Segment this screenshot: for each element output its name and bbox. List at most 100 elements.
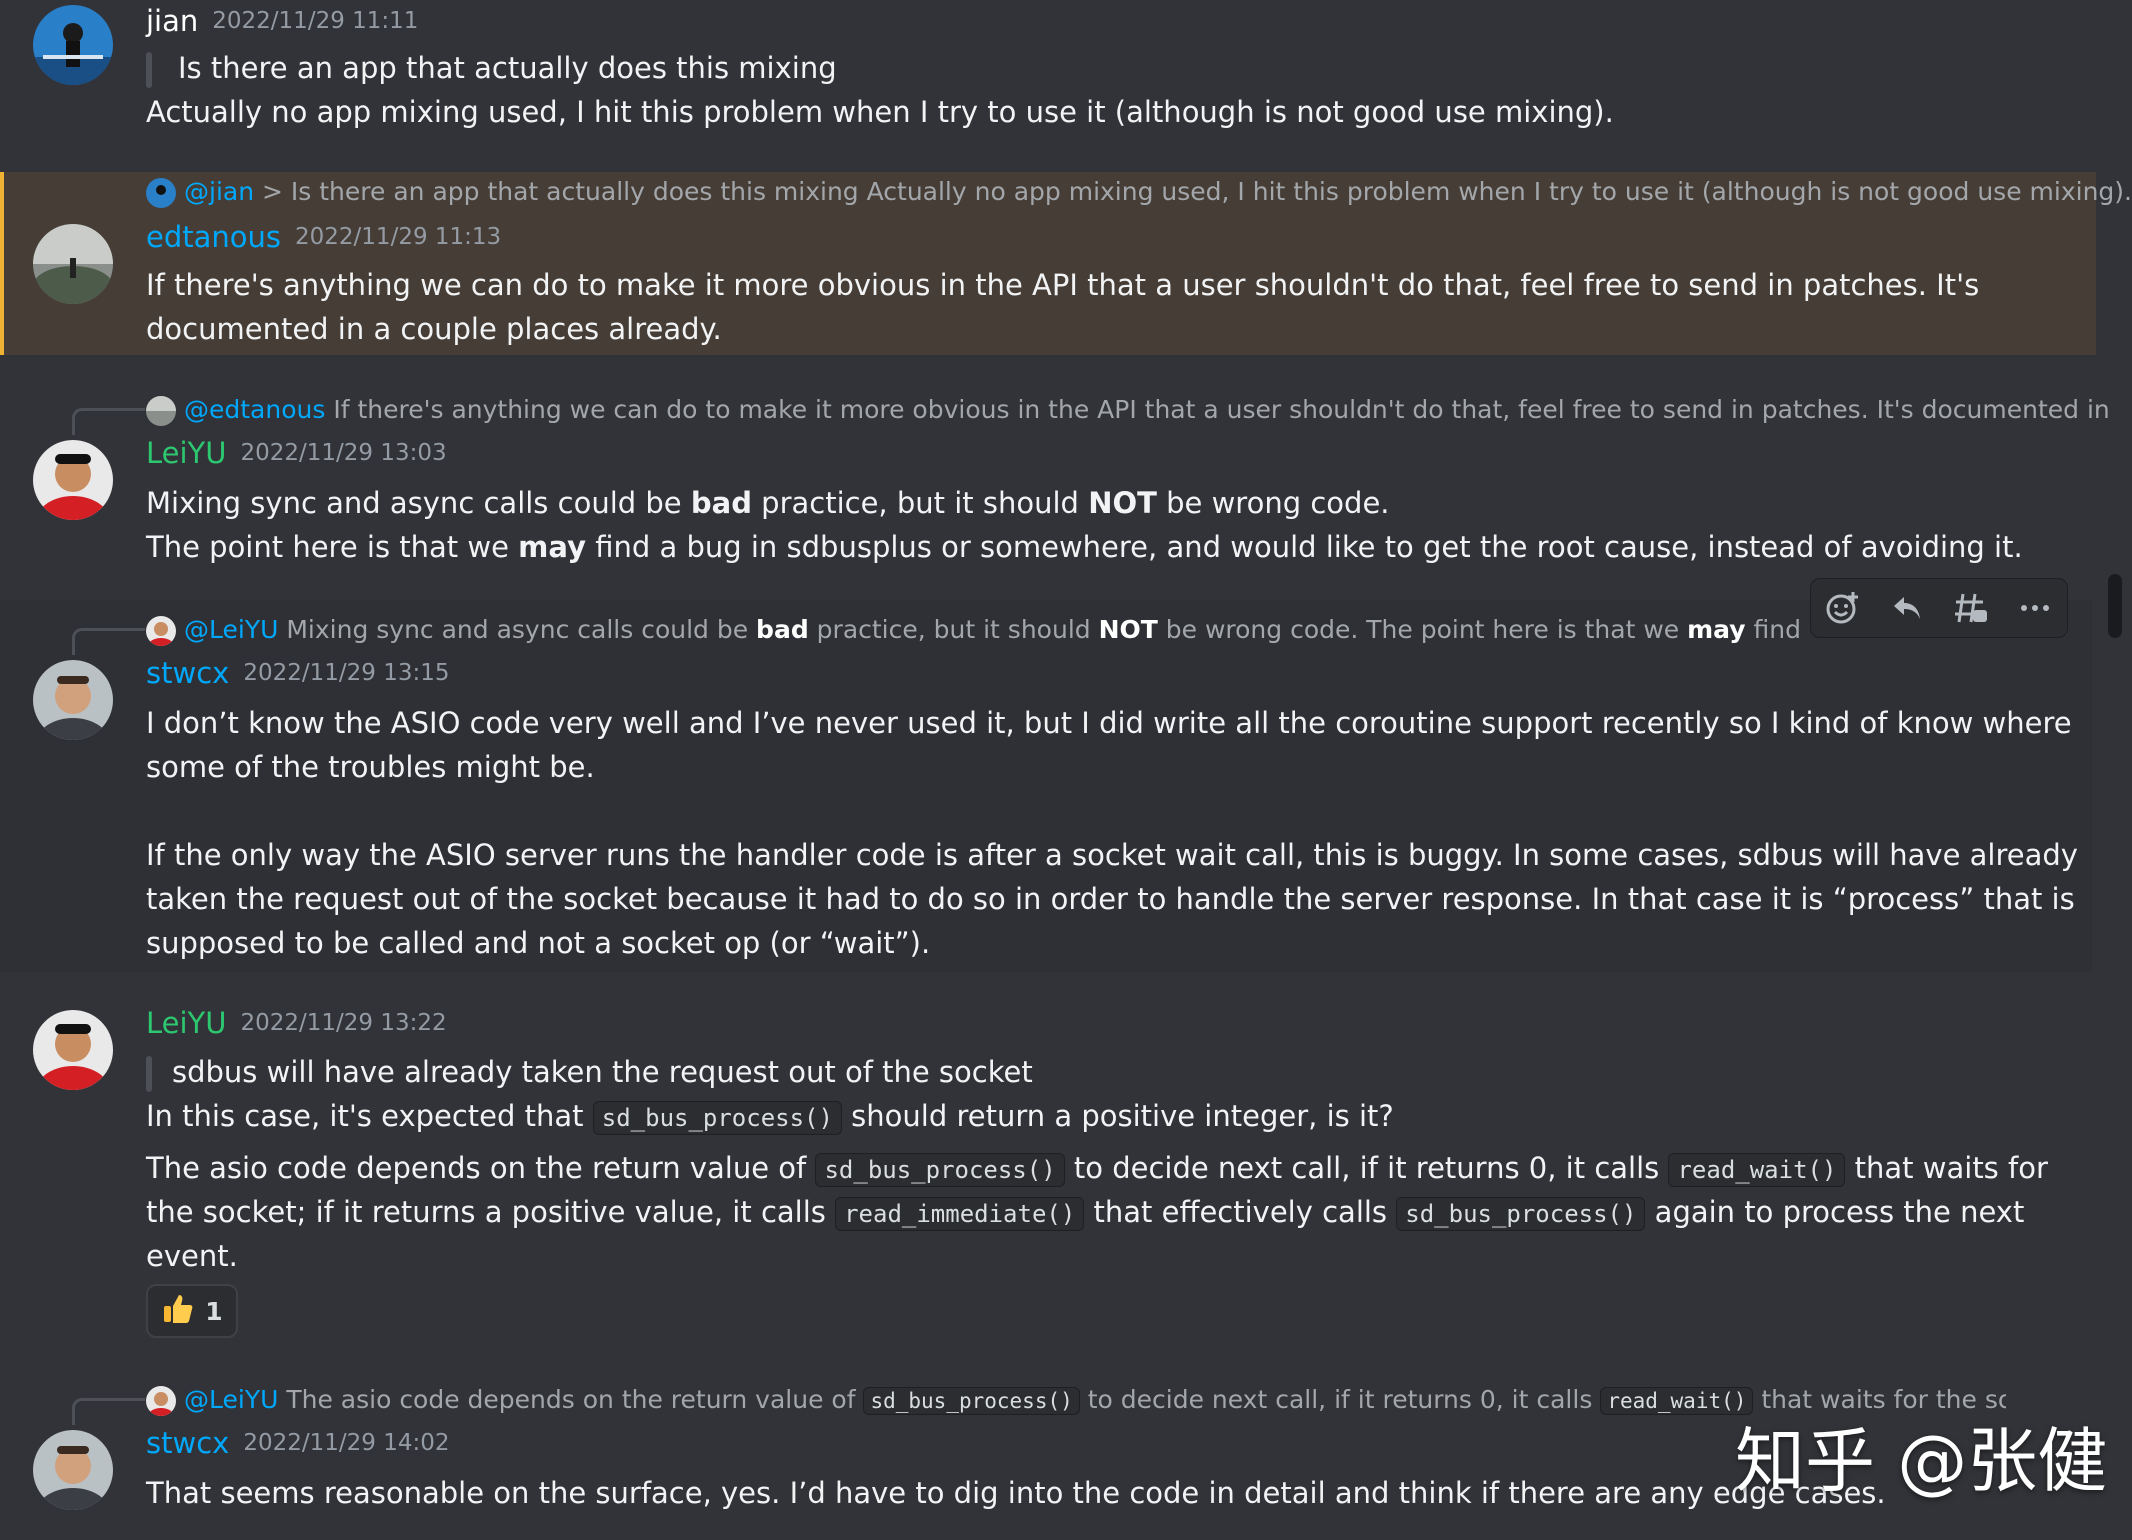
bold-text: NOT: [1088, 486, 1157, 520]
username[interactable]: LeiYU: [146, 1006, 227, 1040]
watermark: 知乎 @张健: [1735, 1420, 2108, 1502]
mention[interactable]: @LeiYU: [184, 1385, 278, 1414]
inline-code: read_wait(): [1668, 1153, 1846, 1187]
inline-code: sd_bus_process(): [592, 1101, 842, 1135]
scrollbar-thumb[interactable]: [2108, 574, 2122, 638]
avatar: [146, 1386, 176, 1416]
mention[interactable]: @LeiYU: [184, 615, 278, 644]
inline-code: read_wait(): [1600, 1387, 1754, 1415]
quote-bar: [146, 1056, 152, 1092]
inline-code: sd_bus_process(): [863, 1387, 1080, 1415]
block-quote: sdbus will have already taken the reques…: [146, 1050, 1033, 1094]
scrollbar[interactable]: [2106, 0, 2124, 1540]
mention[interactable]: @jian: [184, 177, 254, 206]
inline-code: sd_bus_process(): [1396, 1197, 1646, 1231]
reply-spine: [72, 408, 145, 435]
avatar[interactable]: [33, 1010, 113, 1090]
quote-text: sdbus will have already taken the reques…: [172, 1055, 1033, 1089]
reply-text: The asio code depends on the return valu…: [278, 1385, 864, 1414]
message-content: That seems reasonable on the surface, ye…: [146, 1476, 1886, 1510]
text-run: to decide next call, if it returns 0, it…: [1064, 1151, 1669, 1185]
message-content: supposed to be called and not a socket o…: [146, 926, 931, 960]
timestamp: 2022/11/29 13:15: [243, 660, 450, 686]
message-content: If there's anything we can do to make it…: [146, 268, 1980, 302]
message-content: I don’t know the ASIO code very well and…: [146, 706, 2072, 740]
timestamp: 2022/11/29 11:11: [212, 8, 419, 34]
reply-spine: [72, 1398, 145, 1425]
message-header: LeiYU 2022/11/29 13:03: [146, 436, 447, 476]
text-run: should return a positive integer, is it?: [841, 1099, 1394, 1133]
timestamp: 2022/11/29 13:22: [240, 1010, 447, 1036]
reply-text: to decide next call, if it returns 0, it…: [1079, 1385, 1601, 1414]
reply-reference[interactable]: @LeiYU Mixing sync and async calls could…: [146, 612, 1806, 648]
reply-reference[interactable]: @LeiYU The asio code depends on the retu…: [146, 1382, 2006, 1418]
text-run: The asio code depends on the return valu…: [146, 1151, 816, 1185]
username[interactable]: jian: [146, 4, 198, 38]
username[interactable]: stwcx: [146, 656, 229, 690]
reply-icon[interactable]: [1885, 586, 1929, 630]
message-header: stwcx 2022/11/29 13:15: [146, 656, 449, 696]
message-content: The asio code depends on the return valu…: [146, 1146, 2048, 1192]
message-content: The point here is that we may find a bug…: [146, 525, 2023, 569]
reply-reference[interactable]: @edtanous If there's anything we can do …: [146, 392, 2110, 428]
text-run: In this case, it's expected that: [146, 1099, 593, 1133]
reply-text: be wrong code. The point here is that we: [1157, 615, 1688, 644]
message-header: stwcx 2022/11/29 14:02: [146, 1426, 449, 1466]
message-content: If the only way the ASIO server runs the…: [146, 838, 2078, 872]
message-content: Actually no app mixing used, I hit this …: [146, 95, 1614, 129]
message-header: LeiYU 2022/11/29 13:22: [146, 1006, 447, 1046]
avatar[interactable]: [33, 1430, 113, 1510]
avatar: [146, 396, 176, 426]
avatar[interactable]: [33, 5, 113, 85]
inline-code: read_immediate(): [835, 1197, 1085, 1231]
message-content: taken the request out of the socket beca…: [146, 882, 2075, 916]
reply-text: find a bug in s: [1753, 615, 1807, 644]
timestamp: 2022/11/29 11:13: [295, 224, 502, 250]
bold-text: NOT: [1098, 615, 1158, 644]
message-content: event.: [146, 1239, 238, 1273]
reaction-count: 1: [205, 1296, 223, 1326]
text-run: practice, but it should: [751, 486, 1089, 520]
reaction-thumbs-up[interactable]: 1: [146, 1284, 238, 1338]
create-thread-icon[interactable]: [1949, 586, 1993, 630]
message-content: documented in a couple places already.: [146, 312, 722, 346]
avatar[interactable]: [33, 440, 113, 520]
message-leiyu-1: @edtanous If there's anything we can do …: [0, 390, 2110, 580]
text-run: Mixing sync and async calls could be: [146, 486, 691, 520]
timestamp: 2022/11/29 14:02: [243, 1430, 450, 1456]
username[interactable]: edtanous: [146, 220, 281, 254]
message-content: some of the troubles might be.: [146, 750, 595, 784]
avatar: [146, 616, 176, 646]
text-run: that waits for: [1845, 1151, 2048, 1185]
username[interactable]: LeiYU: [146, 436, 227, 470]
message-stwcx-1: @LeiYU Mixing sync and async calls could…: [0, 600, 2092, 972]
thumbs-up-icon: [161, 1292, 195, 1330]
message-header: edtanous 2022/11/29 11:13: [146, 220, 501, 260]
username[interactable]: stwcx: [146, 1426, 229, 1460]
quote-text: Is there an app that actually does this …: [178, 51, 837, 85]
reply-text: If there's anything we can do to make it…: [325, 395, 2110, 424]
avatar[interactable]: [33, 660, 113, 740]
quote-bar: [146, 52, 152, 88]
avatar[interactable]: [33, 224, 113, 304]
reply-text: Mixing sync and async calls could be: [278, 615, 757, 644]
inline-code: sd_bus_process(): [815, 1153, 1065, 1187]
message-jian-1: jian 2022/11/29 11:11 Is there an app tha…: [0, 0, 2092, 160]
bold-text: may: [518, 530, 586, 564]
text-run: that effectively calls: [1084, 1195, 1397, 1229]
block-quote: Is there an app that actually does this …: [146, 46, 837, 90]
timestamp: 2022/11/29 13:03: [240, 440, 447, 466]
more-icon[interactable]: [2013, 586, 2057, 630]
message-actions-toolbar: [1810, 578, 2068, 638]
text-run: find a bug in sdbusplus or somewhere, an…: [585, 530, 2023, 564]
bold-text: bad: [756, 615, 809, 644]
reply-text: practice, but it should: [808, 615, 1099, 644]
message-header: jian 2022/11/29 11:11: [146, 4, 418, 44]
bold-text: bad: [690, 486, 752, 520]
mention[interactable]: @edtanous: [184, 395, 325, 424]
add-reaction-icon[interactable]: [1821, 586, 1865, 630]
text-run: again to process the next: [1645, 1195, 2025, 1229]
reply-reference[interactable]: @jian > Is there an app that actually do…: [146, 174, 2132, 210]
avatar: [146, 178, 176, 208]
reply-text: > Is there an app that actually does thi…: [254, 177, 2132, 206]
